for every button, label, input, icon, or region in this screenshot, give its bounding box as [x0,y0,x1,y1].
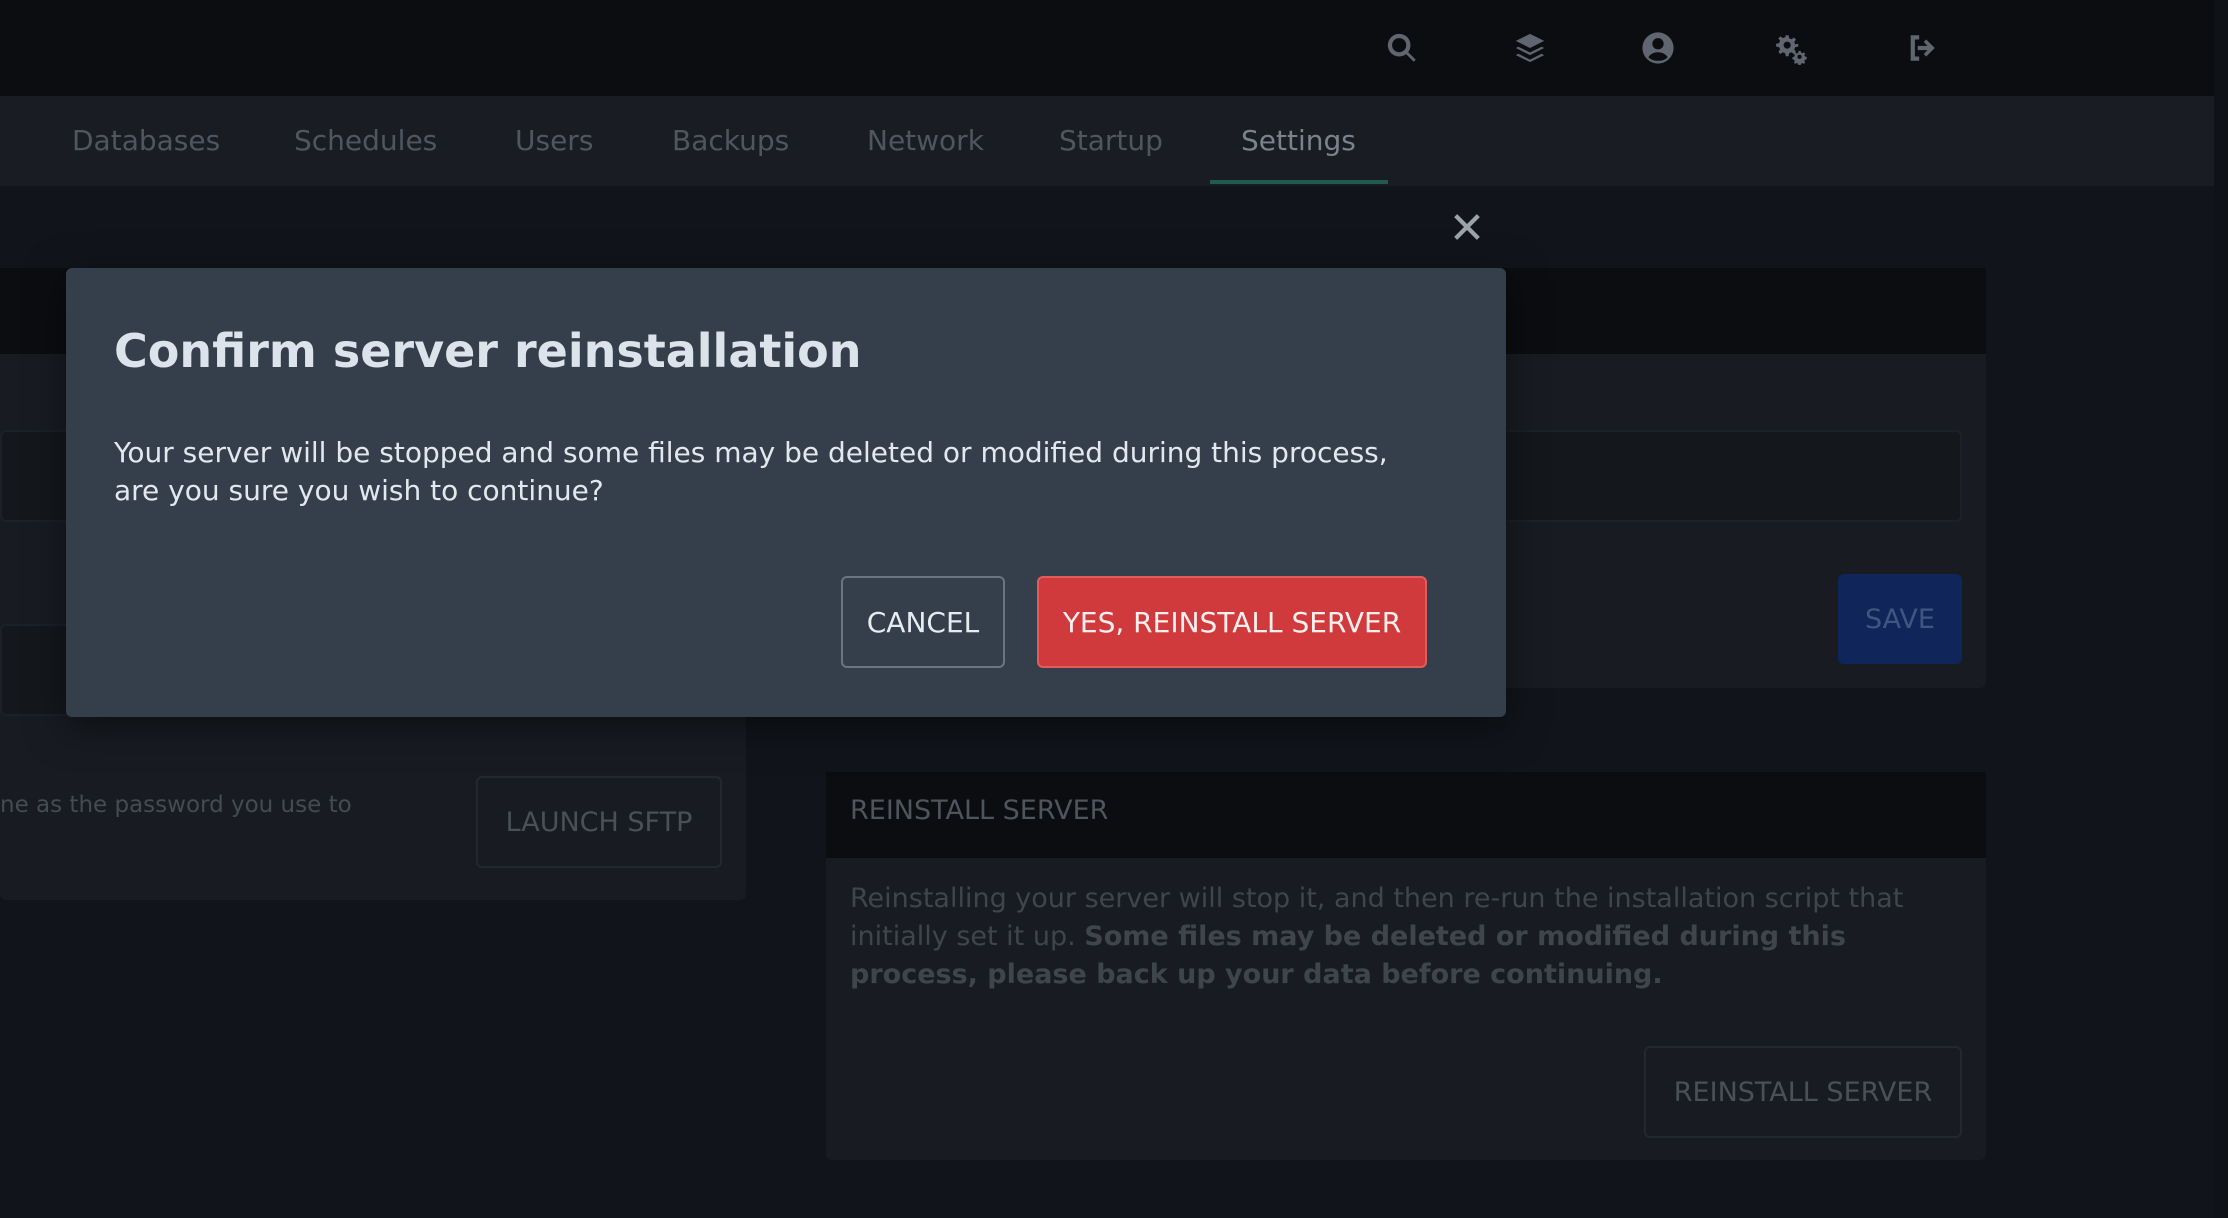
cogs-icon[interactable] [1762,20,1818,76]
confirm-reinstall-button[interactable]: YES, REINSTALL SERVER [1037,576,1427,668]
tab-backups[interactable]: Backups [672,96,789,186]
user-circle-icon[interactable] [1630,20,1686,76]
reinstall-card-description: Reinstalling your server will stop it, a… [850,880,1950,994]
cancel-button[interactable]: CANCEL [841,576,1005,668]
launch-sftp-button[interactable]: LAUNCH SFTP [476,776,722,868]
tab-databases[interactable]: Databases [72,96,220,186]
modal-body-text: Your server will be stopped and some fil… [114,436,1388,507]
tab-users[interactable]: Users [515,96,593,186]
tab-startup[interactable]: Startup [1059,96,1163,186]
reinstall-server-button[interactable]: REINSTALL SERVER [1644,1046,1962,1138]
page-scrollbar[interactable] [2214,0,2228,1218]
tab-network[interactable]: Network [867,96,984,186]
server-nav-bar: Databases Schedules Users Backups Networ… [0,96,2228,186]
save-button[interactable]: SAVE [1838,574,1962,664]
modal-title: Confirm server reinstallation [114,324,862,378]
tab-schedules[interactable]: Schedules [294,96,437,186]
top-bar [0,0,2228,96]
confirm-reinstall-modal: Confirm server reinstallation Your serve… [66,268,1506,717]
layers-icon[interactable] [1502,20,1558,76]
close-modal-icon[interactable] [1446,206,1488,248]
active-tab-indicator [1210,180,1388,184]
tab-settings[interactable]: Settings [1241,96,1356,186]
sftp-help-text: ne as the password you use to [0,792,352,818]
reinstall-card-title: REINSTALL SERVER [850,795,1109,826]
sign-out-icon[interactable] [1894,20,1950,76]
search-icon[interactable] [1374,20,1430,76]
